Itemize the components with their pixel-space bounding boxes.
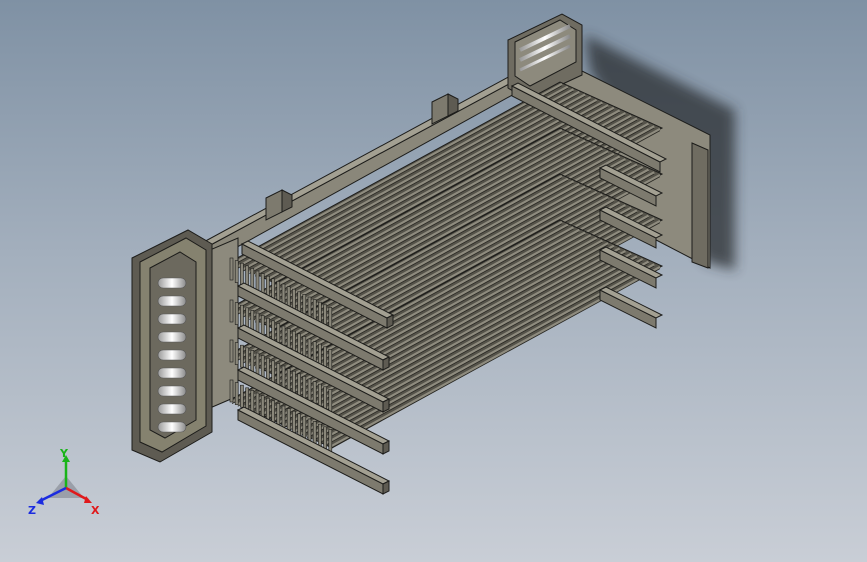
fin xyxy=(302,416,307,439)
fin xyxy=(271,360,275,384)
fin xyxy=(281,405,286,429)
header-tube xyxy=(157,313,187,325)
header-tube xyxy=(157,403,187,415)
heat-exchanger-model[interactable] xyxy=(0,0,867,562)
fin xyxy=(250,350,255,373)
header-tube xyxy=(157,331,187,343)
header-tube xyxy=(157,385,187,397)
z-axis-arrowhead-icon xyxy=(36,497,44,505)
fin xyxy=(276,403,281,426)
header-tube xyxy=(157,295,187,307)
fin xyxy=(234,260,239,283)
fin xyxy=(292,370,296,394)
header-tube xyxy=(157,277,187,289)
support-beam-rear xyxy=(598,286,664,329)
fin xyxy=(266,357,270,381)
fin xyxy=(245,347,249,371)
fin xyxy=(250,390,255,413)
fin xyxy=(240,262,244,286)
fin xyxy=(281,365,286,389)
fin xyxy=(276,363,281,386)
header-tube xyxy=(157,349,187,361)
fin xyxy=(271,400,275,424)
fin xyxy=(318,383,322,407)
fin xyxy=(234,342,239,365)
fin xyxy=(255,392,260,416)
x-axis-label: X xyxy=(91,504,100,517)
fin xyxy=(260,355,265,378)
fin xyxy=(245,387,249,411)
fin xyxy=(318,423,322,447)
fin xyxy=(234,302,239,325)
fin xyxy=(292,410,296,434)
fin xyxy=(229,339,234,363)
fin xyxy=(312,381,317,404)
header-tube xyxy=(157,367,187,379)
fin xyxy=(328,429,333,452)
orientation-triad[interactable]: Y X Z xyxy=(26,448,106,520)
fin xyxy=(260,395,265,418)
fin xyxy=(229,257,234,281)
fin xyxy=(240,384,244,408)
fin xyxy=(302,376,307,399)
fin xyxy=(286,408,291,431)
fin xyxy=(286,368,291,391)
left-header-frame xyxy=(131,229,213,463)
fin xyxy=(312,421,317,444)
fin xyxy=(240,344,244,368)
z-axis-label: Z xyxy=(28,504,36,517)
left-header-tubes xyxy=(157,277,187,433)
fin xyxy=(323,426,327,450)
graphics-viewport[interactable]: Y X Z xyxy=(0,0,867,562)
fin xyxy=(328,389,333,412)
fin xyxy=(266,397,270,421)
fin xyxy=(297,413,301,437)
fin xyxy=(297,373,301,397)
fin xyxy=(307,378,312,402)
fin xyxy=(307,418,312,442)
fin xyxy=(234,382,239,405)
fin xyxy=(229,299,234,323)
fin xyxy=(323,386,327,410)
fin xyxy=(240,304,244,328)
fin xyxy=(255,352,260,376)
header-tube xyxy=(157,421,187,433)
fin xyxy=(229,379,234,403)
y-axis-label: Y xyxy=(59,448,69,460)
